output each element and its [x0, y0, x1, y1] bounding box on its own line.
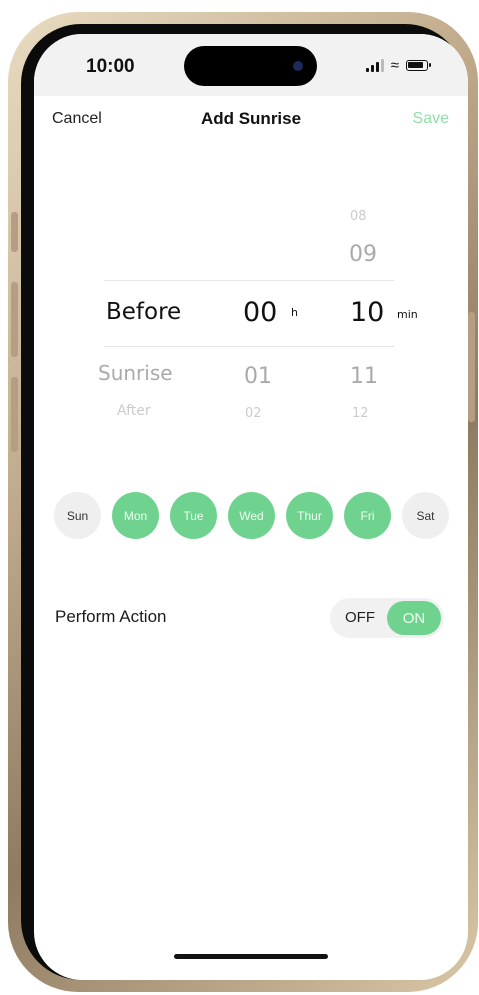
- camera-icon: [282, 50, 314, 82]
- weekday-selector: Sun Mon Tue Wed Thur Fri Sat: [54, 492, 449, 539]
- volume-down-button: [11, 377, 18, 452]
- day-sun[interactable]: Sun: [54, 492, 101, 539]
- toggle-on-label: ON: [387, 601, 441, 635]
- time-offset-picker: Before Sunrise After 00 h 01 02 08 09 10…: [34, 184, 468, 424]
- relation-option: After: [117, 403, 151, 419]
- day-mon[interactable]: Mon: [112, 492, 159, 539]
- day-wed[interactable]: Wed: [228, 492, 275, 539]
- relation-option: Sunrise: [98, 361, 173, 385]
- hours-option: 01: [244, 364, 272, 389]
- page-title: Add Sunrise: [200, 109, 302, 128]
- day-thur[interactable]: Thur: [286, 492, 333, 539]
- action-button: [11, 212, 18, 252]
- nav-bar: Cancel Add Sunrise Save: [34, 96, 468, 146]
- hours-selected: 00: [243, 297, 278, 328]
- perform-action-label: Perform Action: [55, 607, 167, 626]
- perform-action-toggle[interactable]: OFF ON: [330, 598, 444, 638]
- power-button: [468, 312, 475, 422]
- save-button[interactable]: Save: [413, 110, 449, 128]
- status-time: 10:00: [86, 56, 135, 77]
- minutes-option: 11: [350, 364, 378, 389]
- home-indicator[interactable]: [174, 954, 328, 959]
- wifi-icon: ≈: [390, 57, 399, 74]
- picker-divider-top: [104, 280, 394, 281]
- minutes-option: 08: [350, 209, 367, 224]
- day-sat[interactable]: Sat: [402, 492, 449, 539]
- screen: 10:00 ≈ Cancel Add Sunrise Save Before S…: [34, 34, 468, 980]
- minutes-unit: min: [397, 308, 418, 321]
- minutes-selected: 10: [350, 297, 385, 328]
- relation-selected: Before: [106, 299, 182, 325]
- status-bar: 10:00 ≈: [34, 34, 468, 96]
- toggle-off-label: OFF: [345, 609, 375, 626]
- battery-icon: [406, 60, 431, 71]
- status-icons: ≈: [365, 57, 431, 74]
- volume-up-button: [11, 282, 18, 357]
- picker-divider-bottom: [104, 346, 394, 347]
- hours-option: 02: [245, 406, 262, 421]
- day-tue[interactable]: Tue: [170, 492, 217, 539]
- minutes-option: 12: [352, 406, 369, 421]
- hours-unit: h: [291, 306, 298, 319]
- signal-icon: [365, 59, 384, 72]
- minutes-option: 09: [349, 242, 377, 267]
- day-fri[interactable]: Fri: [344, 492, 391, 539]
